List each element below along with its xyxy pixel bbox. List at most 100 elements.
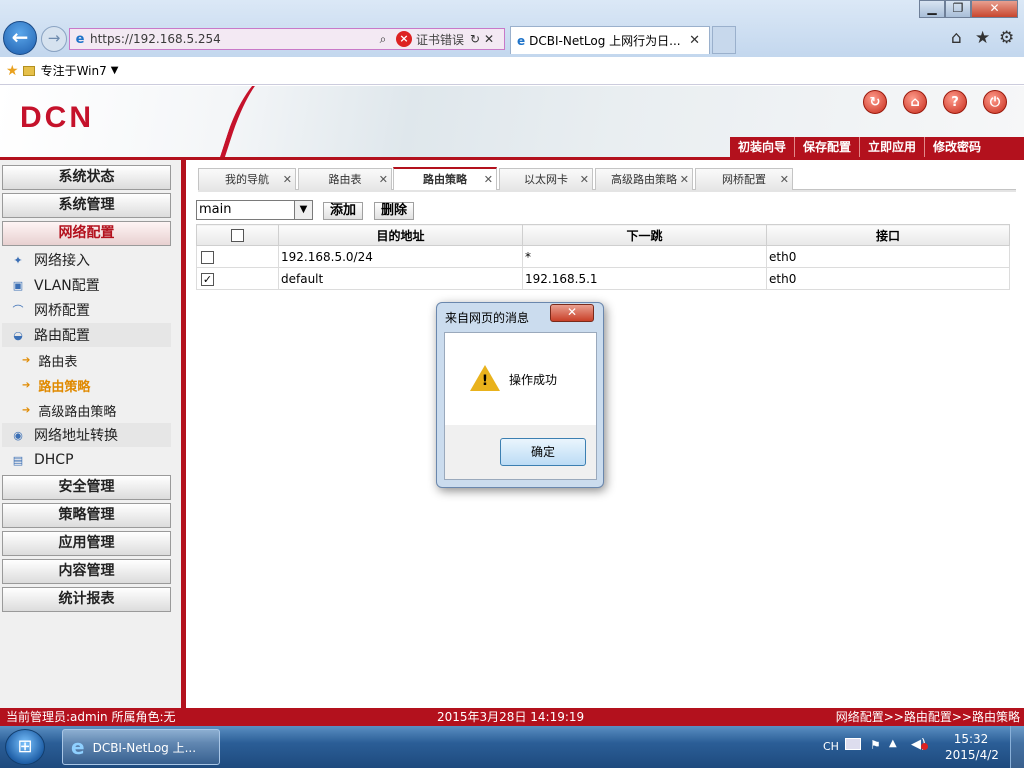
help-icon[interactable]: ?: [943, 90, 967, 114]
tab-route-policy[interactable]: 路由策略 ✕: [393, 167, 497, 190]
content-tabs: 我的导航 ✕ 路由表 ✕ 路由策略 ✕ 以太网卡 ✕ 高级路由策略 ✕ 网桥配置 ✕: [198, 167, 1016, 190]
minimize-button[interactable]: ▁: [919, 0, 945, 18]
new-tab-button[interactable]: [712, 26, 736, 54]
tab-route-table[interactable]: 路由表 ✕: [298, 168, 392, 190]
refresh-icon[interactable]: ↻: [863, 90, 887, 114]
sidebar-item-dhcp[interactable]: ▤ DHCP: [2, 448, 171, 472]
tab-close-icon[interactable]: ✕: [680, 169, 689, 190]
sidebar-item-label: VLAN配置: [34, 278, 100, 294]
row-checkbox-checked[interactable]: ✓: [201, 272, 214, 286]
column-header-interface: 接口: [766, 224, 1010, 246]
table-row[interactable]: 192.168.5.0/24 * eth0: [196, 245, 1010, 268]
refresh-icon[interactable]: ↻: [468, 32, 482, 46]
sidebar-group-policy[interactable]: 策略管理: [2, 503, 171, 528]
sidebar: 系统状态 系统管理 网络配置 ✦ 网络接入 ▣ VLAN配置 ⌒ 网桥配置 ◒ …: [0, 160, 181, 708]
sidebar-item-vlan[interactable]: ▣ VLAN配置: [2, 273, 171, 297]
sidebar-item-network-access[interactable]: ✦ 网络接入: [2, 248, 171, 272]
cert-error-label[interactable]: 证书错误: [416, 31, 464, 48]
sidebar-group-system-status[interactable]: 系统状态: [2, 165, 171, 190]
home-icon[interactable]: ⌂: [951, 28, 962, 48]
tab-advanced-route-policy[interactable]: 高级路由策略 ✕: [595, 168, 693, 190]
dialog-close-button[interactable]: ✕: [550, 304, 594, 322]
row-select-cell[interactable]: [196, 245, 279, 268]
delete-button[interactable]: 删除: [374, 202, 415, 220]
home-icon[interactable]: ⌂: [903, 90, 927, 114]
keyboard-icon[interactable]: [845, 738, 861, 750]
warning-exclamation-icon: !: [481, 373, 489, 389]
language-indicator[interactable]: CH: [823, 740, 839, 753]
chevron-down-icon[interactable]: ▼: [111, 65, 119, 76]
tab-close-icon[interactable]: ✕: [283, 169, 292, 190]
header-menu: 初装向导 保存配置 立即应用 修改密码: [730, 137, 1024, 157]
start-button[interactable]: ⊞: [5, 729, 45, 765]
sidebar-group-network-config[interactable]: 网络配置: [2, 221, 171, 246]
tray-clock[interactable]: 15:32 2015/4/2: [945, 731, 999, 763]
table-row[interactable]: ✓ default 192.168.5.1 eth0: [196, 267, 1010, 290]
sidebar-item-routing[interactable]: ◒ 路由配置: [2, 323, 171, 347]
tab-ethernet[interactable]: 以太网卡 ✕: [499, 168, 593, 190]
maximize-button[interactable]: ❐: [945, 0, 971, 18]
favorites-star-icon[interactable]: ★: [975, 28, 990, 48]
sidebar-group-system-management[interactable]: 系统管理: [2, 193, 171, 218]
save-config-link[interactable]: 保存配置: [794, 137, 859, 157]
sidebar-leaf-advanced-route-policy[interactable]: ➔ 高级路由策略: [22, 398, 172, 422]
tab-label: 路由策略: [423, 173, 467, 186]
sidebar-group-application[interactable]: 应用管理: [2, 531, 171, 556]
sidebar-group-security[interactable]: 安全管理: [2, 475, 171, 500]
tab-label: 路由表: [328, 173, 362, 186]
sidebar-item-label: DHCP: [34, 452, 74, 468]
add-button[interactable]: 添加: [323, 202, 364, 220]
tools-gear-icon[interactable]: ⚙: [999, 28, 1014, 48]
route-policy-table: 目的地址 下一跳 接口 192.168.5.0/24 * eth0 ✓ defa…: [196, 224, 1010, 290]
sidebar-item-nat[interactable]: ◉ 网络地址转换: [2, 423, 171, 447]
sidebar-item-label: 网桥配置: [34, 303, 90, 319]
tab-separator: [198, 190, 1016, 192]
row-select-cell[interactable]: ✓: [196, 267, 279, 290]
sidebar-item-bridge[interactable]: ⌒ 网桥配置: [2, 298, 171, 322]
dialog-message: 操作成功: [509, 373, 558, 387]
cell-next-hop: *: [522, 245, 767, 268]
row-checkbox[interactable]: [201, 250, 214, 264]
tab-bridge-config[interactable]: 网桥配置 ✕: [695, 168, 793, 190]
tab-close-icon[interactable]: ✕: [580, 169, 589, 190]
favorites-item[interactable]: 专注于Win7: [41, 62, 107, 79]
chevron-down-icon[interactable]: ▼: [294, 201, 312, 219]
tab-my-nav[interactable]: 我的导航 ✕: [198, 168, 296, 190]
address-bar[interactable]: e https://192.168.5.254 ⌕ × 证书错误 ↻ ✕: [69, 28, 505, 50]
select-all-checkbox[interactable]: [231, 229, 244, 242]
cert-error-icon[interactable]: ×: [396, 31, 412, 47]
change-password-link[interactable]: 修改密码: [924, 137, 989, 157]
brand-logo: DCN: [20, 101, 94, 134]
stop-icon[interactable]: ✕: [482, 32, 496, 46]
select-all-header[interactable]: [196, 224, 279, 246]
dhcp-icon: ▤: [12, 453, 24, 467]
tab-close-icon[interactable]: ✕: [689, 33, 700, 48]
browser-tab[interactable]: e DCBI-NetLog 上网行为日... ✕: [510, 26, 710, 54]
route-table-select[interactable]: main ▼: [196, 200, 313, 220]
sidebar-leaf-route-table[interactable]: ➔ 路由表: [22, 348, 172, 372]
search-icon[interactable]: ⌕: [372, 32, 394, 47]
tab-close-icon[interactable]: ✕: [379, 169, 388, 190]
tray-time: 15:32: [953, 732, 989, 746]
show-desktop-button[interactable]: [1010, 726, 1024, 768]
sidebar-group-content[interactable]: 内容管理: [2, 559, 171, 584]
tab-close-icon[interactable]: ✕: [484, 169, 493, 190]
sidebar-item-label: 路由配置: [34, 328, 90, 344]
sidebar-group-reports[interactable]: 统计报表: [2, 587, 171, 612]
forward-button[interactable]: →: [41, 26, 67, 52]
show-hidden-icons-icon[interactable]: ▲: [889, 738, 897, 749]
dialog-ok-button[interactable]: 确定: [500, 438, 586, 466]
sidebar-leaf-label: 路由表: [38, 354, 78, 370]
action-center-flag-icon[interactable]: ⚑: [870, 738, 881, 752]
back-button[interactable]: ←: [3, 21, 37, 55]
add-favorite-icon[interactable]: ★: [6, 63, 19, 79]
apply-now-link[interactable]: 立即应用: [859, 137, 924, 157]
close-window-button[interactable]: ✕: [971, 0, 1018, 18]
sidebar-leaf-route-policy[interactable]: ➔ 路由策略: [22, 373, 172, 397]
taskbar-ie-button[interactable]: e DCBI-NetLog 上...: [62, 729, 220, 765]
logout-icon[interactable]: ⏻: [983, 90, 1007, 114]
setup-wizard-link[interactable]: 初装向导: [730, 137, 794, 157]
tab-close-icon[interactable]: ✕: [780, 169, 789, 190]
address-url[interactable]: https://192.168.5.254: [90, 32, 372, 46]
arrow-icon: ➔: [22, 354, 31, 366]
